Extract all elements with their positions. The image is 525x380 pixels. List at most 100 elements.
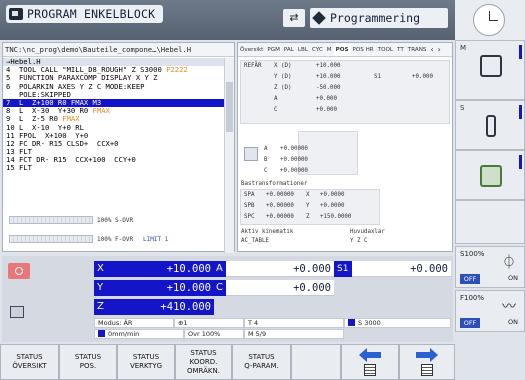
bottom-softkey[interactable]: STATUS KOORD. OMRÄKN.: [175, 344, 232, 380]
machine-icon: [480, 55, 502, 77]
spindle-override-icon: ⏀: [502, 255, 516, 271]
tool-holder-icon: [10, 306, 24, 318]
bottom-softkey[interactable]: STATUS VERKTYG: [117, 344, 175, 380]
status-tab[interactable]: PAL: [282, 43, 296, 56]
spindle-override-on[interactable]: ON: [508, 274, 518, 282]
base-name: SPC: [244, 214, 255, 220]
spindle-override[interactable]: S100% ⏀ OFF ON: [455, 246, 525, 288]
program-line[interactable]: 12 FC DR- R15 CLSD+ CCX+0: [3, 140, 226, 148]
program-lines: →Hebel.H 4 TOOL CALL "MILL_D8_ROUGH" Z S3…: [3, 58, 226, 173]
program-line[interactable]: →Hebel.H: [3, 58, 226, 67]
limit-label: LIMIT 1: [143, 236, 169, 243]
s-override-label: 100% S-OVR: [97, 217, 134, 224]
bottom-softkey[interactable]: STATUS Q-PARAM.: [232, 344, 291, 380]
program-line[interactable]: 5 FUNCTION PARAXCOMP DISPLAY X Y Z: [3, 74, 226, 82]
scroll-thumb[interactable]: [226, 82, 233, 132]
program-line[interactable]: 8 L X-30 Y+30 R0 FMAX: [3, 107, 226, 115]
softkey-s[interactable]: S: [455, 100, 525, 150]
program-line-text: 12 FC DR- R15 CLSD+ CCX+0: [6, 139, 119, 148]
rot-value: +0.00000: [280, 146, 308, 152]
bottom-softkey[interactable]: [291, 344, 341, 380]
operating-mode-indicator: PROGRAM ENKELBLOCK: [6, 5, 164, 23]
bottom-softkey[interactable]: STATUS ÖVERSIKT: [0, 344, 59, 380]
axis-y-value: +10.000: [114, 280, 214, 296]
tab-prev-icon[interactable]: ‹: [428, 43, 435, 56]
position-display: X +10.000 Y +10.000 Z +410.000 A +0.000 …: [2, 256, 453, 342]
stop-icon[interactable]: [8, 263, 30, 279]
program-line[interactable]: 15 FLT: [3, 164, 226, 172]
axis-x-value: +10.000: [114, 261, 214, 277]
program-line-text: 4 TOOL CALL "MILL_D8_ROUGH" Z S3000: [6, 66, 167, 75]
axis-z-label: Z: [94, 299, 114, 315]
programming-mode-indicator[interactable]: Programmering: [310, 8, 448, 28]
feed-rate: 0mm/min: [108, 330, 140, 338]
operating-mode-label: PROGRAM ENKELBLOCK: [27, 7, 156, 21]
program-line-text: 14 FCT DR- R15 CCX+100 CCY+0: [6, 156, 136, 165]
program-line[interactable]: 6 POLARKIN AXES Y Z C MODE:KEEP: [3, 83, 226, 91]
status-tab[interactable]: Översikt: [238, 43, 265, 56]
softkey-s-label: S: [460, 104, 465, 112]
program-scrollbar[interactable]: [224, 58, 234, 253]
program-line[interactable]: 7 L Z+100 R0 FMAX M3: [3, 98, 226, 108]
program-line-feed: F2222: [166, 66, 188, 75]
softkey-label: VERKTYG: [129, 362, 163, 370]
softkey-label: POS.: [79, 362, 97, 370]
ref-label: REFÄR: [244, 63, 262, 69]
page-back-softkey[interactable]: [341, 344, 399, 380]
program-line[interactable]: 10 L X-10 Y+0 RL: [3, 124, 226, 132]
program-line-feed: FMAX: [92, 107, 110, 116]
spindle-override-off[interactable]: OFF: [460, 274, 480, 284]
status-tab[interactable]: PGM: [265, 43, 282, 56]
swap-mode-button[interactable]: ⇄: [283, 9, 305, 27]
clock-softkey[interactable]: [455, 0, 525, 40]
main-axes-label: Huvudaxlar: [350, 229, 385, 235]
program-line[interactable]: 4 TOOL CALL "MILL_D8_ROUGH" Z S3000 F222…: [3, 66, 226, 74]
bottom-softkey[interactable]: STATUS POS.: [59, 344, 117, 380]
main-axes-value: Y Z C: [350, 238, 368, 244]
program-line-text: 11 FPOL X+100 Y+0: [6, 131, 89, 140]
program-line[interactable]: 13 FLT: [3, 148, 226, 156]
ref-value: -50.000: [316, 85, 341, 91]
spindle-icon: [486, 115, 496, 137]
status-tab[interactable]: POS: [333, 43, 351, 56]
f-override-bar: [9, 235, 93, 243]
mode-icon-cell: ⊕1: [174, 318, 244, 328]
softkey-m[interactable]: M: [455, 40, 525, 100]
status-tab[interactable]: TRANS: [406, 43, 429, 56]
feed-override-off[interactable]: OFF: [460, 318, 480, 328]
spindle-cell: S 3000: [344, 318, 451, 328]
rot-axis: C: [264, 168, 268, 174]
f-override-label: 100% F-OVR: [97, 236, 134, 243]
softkey-label: ÖVERSIKT: [12, 362, 47, 370]
programming-mode-label: Programmering: [330, 11, 421, 25]
softkey-tool-table[interactable]: [455, 150, 525, 200]
feed-override-on[interactable]: ON: [508, 318, 518, 326]
kinematics-label: Aktiv kinematik: [241, 229, 294, 235]
feed-override[interactable]: F100% 〰 OFF ON: [455, 290, 525, 332]
axis-s1-value: +0.000: [352, 261, 451, 277]
status-tab[interactable]: CYC: [310, 43, 325, 56]
status-tab[interactable]: LBL: [296, 43, 310, 56]
status-tab[interactable]: TT: [395, 43, 406, 56]
program-line[interactable]: 14 FCT DR- R15 CCX+100 CCY+0: [3, 156, 226, 164]
status-tab[interactable]: TOOL: [376, 43, 395, 56]
base-name: SPA: [244, 192, 255, 198]
program-line[interactable]: 11 FPOL X+100 Y+0: [3, 132, 226, 140]
page-forward-softkey[interactable]: [399, 344, 455, 380]
tnc-screen: PROGRAM ENKELBLOCK ⇄ Programmering TNC:\…: [0, 0, 525, 380]
program-line-feed: FMAX: [62, 115, 80, 124]
status-tab[interactable]: POS HR: [351, 43, 376, 56]
program-run-icon: [9, 8, 23, 20]
arrow-right-icon: [416, 348, 438, 362]
clock-icon: [473, 4, 505, 36]
status-tab[interactable]: M: [325, 43, 334, 56]
softkey-empty[interactable]: [455, 200, 525, 244]
tab-next-icon[interactable]: ›: [436, 43, 443, 56]
program-line[interactable]: 9 L Z-5 R0 FMAX: [3, 115, 226, 123]
base-name: SPB: [244, 203, 255, 209]
program-line[interactable]: POLE:SKIPPED: [3, 91, 226, 99]
s-override-bar: [9, 216, 93, 224]
rot-value: +0.00000: [280, 157, 308, 163]
active-indicator: [519, 45, 522, 59]
ref-value: +0.000: [316, 96, 337, 102]
